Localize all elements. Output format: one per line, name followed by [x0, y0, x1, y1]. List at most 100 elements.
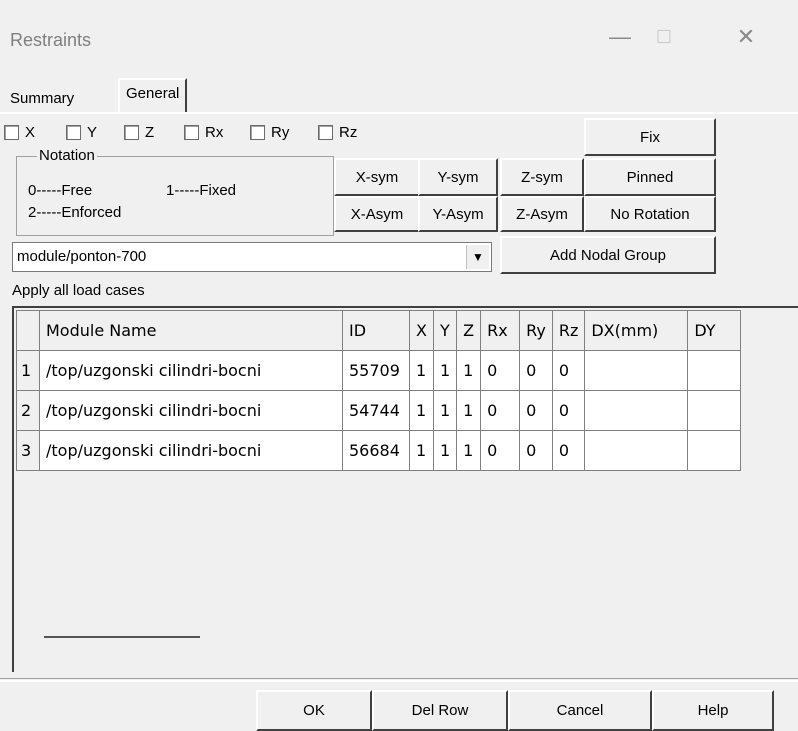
- title-bar: Restraints — ☐ ✕: [0, 0, 798, 62]
- cell-id[interactable]: 55709: [342, 350, 410, 391]
- checkbox-box[interactable]: [184, 124, 199, 140]
- cell-ry[interactable]: 0: [519, 430, 553, 471]
- header-id[interactable]: ID: [342, 310, 410, 351]
- cell-x[interactable]: 1: [409, 390, 434, 431]
- add-nodal-group-button[interactable]: Add Nodal Group: [500, 236, 716, 274]
- checkbox-box[interactable]: [250, 124, 265, 140]
- x-sym-button[interactable]: X-sym: [334, 158, 420, 196]
- cell-dx[interactable]: [584, 350, 689, 391]
- cell-dy[interactable]: [687, 430, 742, 471]
- footer-divider-highlight: [0, 680, 798, 682]
- checkbox-label: X: [25, 123, 36, 141]
- header-z[interactable]: Z: [456, 310, 482, 351]
- checkbox-ry[interactable]: Ry: [250, 122, 289, 142]
- fix-button[interactable]: Fix: [584, 118, 716, 156]
- cell-rx[interactable]: 0: [480, 390, 521, 431]
- tab-summary[interactable]: Summary: [4, 86, 80, 112]
- cell-id[interactable]: 54744: [342, 390, 410, 431]
- tab-strip: Summary General: [0, 76, 798, 114]
- combo-value: module/ponton-700: [17, 248, 147, 265]
- pinned-button[interactable]: Pinned: [584, 158, 716, 196]
- header-rownum: [16, 310, 40, 351]
- z-asym-button[interactable]: Z-Asym: [500, 196, 584, 232]
- header-rx[interactable]: Rx: [480, 310, 521, 351]
- table-row[interactable]: 1 /top/uzgonski cilindri-bocni 55709 1 1…: [16, 350, 742, 391]
- notation-free: 0-----Free: [28, 182, 93, 199]
- cell-rz[interactable]: 0: [551, 390, 586, 431]
- no-rotation-button[interactable]: No Rotation: [584, 196, 716, 232]
- cell-x[interactable]: 1: [409, 430, 434, 471]
- row-number: 2: [16, 390, 40, 431]
- header-ry[interactable]: Ry: [519, 310, 553, 351]
- checkbox-x[interactable]: X: [4, 122, 35, 142]
- notation-enforced: 2-----Enforced: [28, 204, 122, 221]
- checkbox-box[interactable]: [4, 124, 19, 140]
- checkbox-rx[interactable]: Rx: [184, 122, 223, 142]
- checkbox-label: Rz: [339, 123, 358, 141]
- cell-rx[interactable]: 0: [480, 350, 521, 391]
- checkbox-z[interactable]: Z: [124, 122, 154, 142]
- module-combo[interactable]: module/ponton-700 ▼: [12, 242, 492, 272]
- cell-z[interactable]: 1: [456, 390, 482, 431]
- minimize-icon[interactable]: —: [600, 22, 640, 52]
- ok-button[interactable]: OK: [256, 690, 372, 731]
- cell-y[interactable]: 1: [432, 430, 458, 471]
- tab-general[interactable]: General: [118, 78, 188, 112]
- cell-dy[interactable]: [687, 350, 742, 391]
- cancel-button[interactable]: Cancel: [508, 690, 652, 731]
- cell-x[interactable]: 1: [409, 350, 434, 391]
- grid-table: Module Name ID X Y Z Rx Ry Rz DX(mm) DY …: [16, 310, 742, 471]
- header-y[interactable]: Y: [432, 310, 458, 351]
- header-dx[interactable]: DX(mm): [584, 310, 689, 351]
- cell-y[interactable]: 1: [432, 390, 458, 431]
- footer-divider: [0, 678, 798, 679]
- tab-divider: [0, 112, 798, 114]
- checkbox-y[interactable]: Y: [66, 122, 97, 142]
- checkbox-label: Y: [87, 123, 98, 141]
- checkbox-box[interactable]: [66, 124, 81, 140]
- header-x[interactable]: X: [409, 310, 434, 351]
- grid-header-row: Module Name ID X Y Z Rx Ry Rz DX(mm) DY: [16, 310, 742, 351]
- window-title: Restraints: [10, 30, 92, 50]
- cell-ry[interactable]: 0: [519, 390, 553, 431]
- cell-z[interactable]: 1: [456, 350, 482, 391]
- restraints-grid[interactable]: Module Name ID X Y Z Rx Ry Rz DX(mm) DY …: [12, 306, 798, 672]
- close-icon[interactable]: ✕: [726, 22, 766, 52]
- y-sym-button[interactable]: Y-sym: [418, 158, 498, 196]
- table-row[interactable]: 2 /top/uzgonski cilindri-bocni 54744 1 1…: [16, 390, 742, 431]
- checkbox-box[interactable]: [318, 124, 333, 140]
- help-button[interactable]: Help: [652, 690, 774, 731]
- apply-all-load-cases-label: Apply all load cases: [12, 282, 145, 299]
- cell-rz[interactable]: 0: [551, 430, 586, 471]
- header-dy[interactable]: DY: [687, 310, 742, 351]
- cell-dx[interactable]: [584, 430, 689, 471]
- dropdown-arrow-icon[interactable]: ▼: [466, 245, 489, 269]
- z-sym-button[interactable]: Z-sym: [500, 158, 584, 196]
- cell-module-name[interactable]: /top/uzgonski cilindri-bocni: [39, 430, 343, 471]
- cell-dy[interactable]: [687, 390, 742, 431]
- cell-rz[interactable]: 0: [551, 350, 586, 391]
- table-row[interactable]: 3 /top/uzgonski cilindri-bocni 56684 1 1…: [16, 430, 742, 471]
- row-number: 1: [16, 350, 40, 391]
- cell-z[interactable]: 1: [456, 430, 482, 471]
- cell-dx[interactable]: [584, 390, 689, 431]
- maximize-icon: ☐: [655, 27, 673, 47]
- checkbox-box[interactable]: [124, 124, 139, 140]
- y-asym-button[interactable]: Y-Asym: [418, 196, 498, 232]
- x-asym-button[interactable]: X-Asym: [334, 196, 420, 232]
- checkbox-rz[interactable]: Rz: [318, 122, 357, 142]
- horizontal-scrollbar[interactable]: [44, 636, 200, 638]
- cell-module-name[interactable]: /top/uzgonski cilindri-bocni: [39, 350, 343, 391]
- del-row-button[interactable]: Del Row: [372, 690, 508, 731]
- header-module-name[interactable]: Module Name: [39, 310, 343, 351]
- cell-id[interactable]: 56684: [342, 430, 410, 471]
- checkbox-label: Z: [145, 123, 155, 141]
- notation-title: Notation: [37, 147, 97, 164]
- cell-module-name[interactable]: /top/uzgonski cilindri-bocni: [39, 390, 343, 431]
- cell-rx[interactable]: 0: [480, 430, 521, 471]
- cell-y[interactable]: 1: [432, 350, 458, 391]
- notation-fixed: 1-----Fixed: [166, 182, 236, 199]
- cell-ry[interactable]: 0: [519, 350, 553, 391]
- checkbox-label: Ry: [271, 123, 290, 141]
- header-rz[interactable]: Rz: [551, 310, 586, 351]
